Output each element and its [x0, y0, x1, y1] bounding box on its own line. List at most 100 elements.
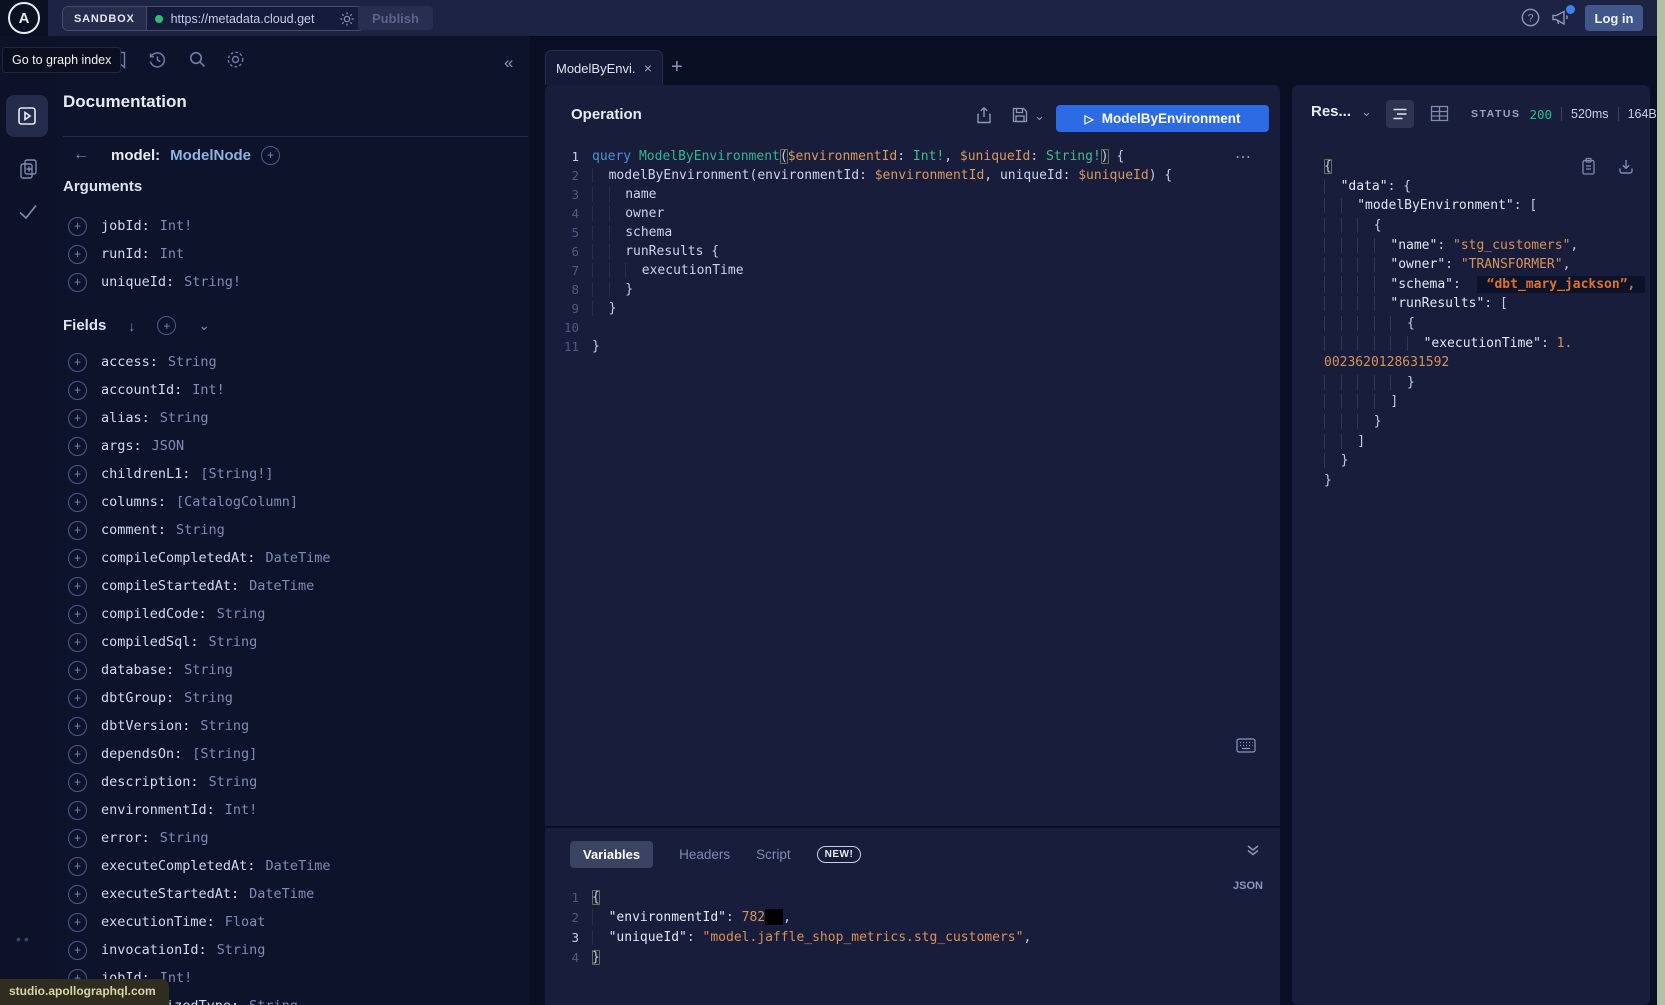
add-all-fields-icon[interactable]: + — [157, 316, 176, 335]
field-type: String — [200, 718, 249, 734]
add-field-icon[interactable]: + — [68, 381, 87, 400]
field-type-link[interactable]: ModelNode — [170, 147, 251, 164]
response-title-row[interactable]: Res... ⌄ — [1311, 103, 1372, 120]
search-icon[interactable] — [188, 50, 207, 69]
add-field-icon[interactable]: + — [68, 941, 87, 960]
code-token: } — [625, 282, 633, 297]
add-field-icon[interactable]: + — [68, 493, 87, 512]
response-dropdown-chevron-icon[interactable]: ⌄ — [1361, 104, 1372, 120]
code-token: name — [625, 187, 656, 202]
add-field-icon[interactable]: + — [68, 745, 87, 764]
explorer-nav-item[interactable] — [6, 95, 48, 137]
add-field-icon[interactable]: + — [68, 633, 87, 652]
code-line: 10 — [545, 318, 1280, 337]
share-icon[interactable] — [975, 106, 993, 125]
indent-guide — [1324, 238, 1341, 253]
field-row: +invocationId:String — [55, 936, 530, 964]
tab-variables[interactable]: Variables — [570, 841, 653, 868]
add-field-icon[interactable]: + — [68, 857, 87, 876]
code-token: : [ — [1484, 296, 1507, 311]
apollo-logo: A — [8, 2, 40, 34]
apollo-logo-tile[interactable]: A — [0, 0, 48, 36]
add-field-icon[interactable]: + — [261, 146, 280, 165]
line-number: 3 — [553, 187, 579, 202]
add-field-icon[interactable]: + — [68, 465, 87, 484]
add-field-icon[interactable]: + — [68, 605, 87, 624]
close-tab-icon[interactable]: × — [644, 60, 652, 76]
code-token: "owner" — [1390, 257, 1445, 272]
field-row: +dependsOn:[String] — [55, 740, 530, 768]
checks-icon[interactable] — [0, 202, 55, 222]
code-token: environmentId — [757, 168, 859, 183]
code-token: : — [1437, 238, 1453, 253]
variables-editor[interactable]: 1{2"environmentId": 782,3"uniqueId": "mo… — [545, 887, 1280, 967]
tab-headers[interactable]: Headers — [679, 847, 730, 862]
add-field-icon[interactable]: + — [68, 913, 87, 932]
publish-button[interactable]: Publish — [358, 6, 433, 30]
fields-options-chevron-icon[interactable]: ⌄ — [198, 317, 210, 334]
code-token: : — [1453, 276, 1469, 293]
history-icon[interactable] — [148, 50, 167, 70]
field-row: +error:String — [55, 824, 530, 852]
add-field-icon[interactable]: + — [68, 217, 87, 236]
add-field-icon[interactable]: + — [68, 717, 87, 736]
endpoint-url-input[interactable]: https://metadata.cloud.get — [171, 12, 331, 26]
field-type: DateTime — [249, 886, 314, 902]
code-token: , — [1563, 257, 1571, 272]
line-number: 1 — [553, 149, 579, 164]
apollo-logo-letter: A — [19, 10, 30, 27]
add-field-icon[interactable]: + — [68, 437, 87, 456]
add-field-icon[interactable]: + — [68, 521, 87, 540]
doc-settings-icon[interactable] — [226, 50, 245, 69]
explorer-play-icon — [16, 105, 38, 127]
collapse-panel-icon[interactable] — [1245, 842, 1261, 858]
tree-view-button[interactable] — [1386, 100, 1414, 128]
save-icon[interactable] — [1011, 106, 1029, 124]
code-token: } — [1407, 375, 1415, 390]
add-field-icon[interactable]: + — [68, 549, 87, 568]
indent-guide — [1341, 434, 1358, 449]
back-arrow-icon[interactable]: ← — [73, 146, 89, 164]
table-view-icon[interactable] — [1430, 105, 1449, 122]
add-field-icon[interactable]: + — [68, 689, 87, 708]
endpoint-settings-icon[interactable] — [339, 11, 355, 27]
add-field-icon[interactable]: + — [68, 577, 87, 596]
code-token: ModelByEnvironment — [639, 149, 780, 164]
keyboard-shortcuts-icon[interactable] — [1236, 738, 1256, 753]
indent-guide — [1357, 316, 1374, 331]
add-field-icon[interactable]: + — [68, 245, 87, 264]
add-field-icon[interactable]: + — [68, 353, 87, 372]
sort-fields-icon[interactable]: ↓ — [128, 318, 135, 334]
code-token: , — [1570, 238, 1578, 253]
field-name: dependsOn: — [101, 746, 182, 762]
add-field-icon[interactable]: + — [68, 661, 87, 680]
code-token: : [ — [1514, 198, 1537, 213]
add-field-icon[interactable]: + — [68, 829, 87, 848]
code-token: ] — [1390, 394, 1398, 409]
new-tab-icon[interactable]: + — [671, 56, 683, 79]
operation-collections-icon[interactable] — [0, 156, 55, 182]
announcements-button[interactable] — [1549, 6, 1575, 30]
code-token: : — [1030, 149, 1046, 164]
field-name: error: — [101, 830, 150, 846]
tab-modelbyenvironment[interactable]: ModelByEnvi... × — [545, 50, 663, 85]
add-field-icon[interactable]: + — [68, 801, 87, 820]
code-token: { — [703, 244, 719, 259]
save-dropdown-chevron-icon[interactable]: ⌄ — [1034, 108, 1045, 124]
field-name-label: model: — [111, 147, 160, 164]
collapse-sidebar-icon[interactable]: « — [504, 53, 513, 73]
add-field-icon[interactable]: + — [68, 773, 87, 792]
fields-heading: Fields — [63, 317, 106, 334]
operation-editor[interactable]: 1query ModelByEnvironment($environmentId… — [545, 147, 1280, 356]
add-field-icon[interactable]: + — [68, 273, 87, 292]
endpoint-url-box[interactable]: https://metadata.cloud.get — [147, 7, 363, 30]
browser-status-text: studio.apollographql.com — [9, 984, 156, 998]
code-token: "data" — [1341, 179, 1388, 194]
indent-guide — [1390, 336, 1407, 351]
tab-script[interactable]: Script — [756, 847, 791, 862]
login-button[interactable]: Log in — [1585, 5, 1643, 31]
add-field-icon[interactable]: + — [68, 409, 87, 428]
add-field-icon[interactable]: + — [68, 885, 87, 904]
run-operation-button[interactable]: ▷ ModelByEnvironment — [1056, 105, 1269, 132]
help-icon[interactable]: ? — [1520, 7, 1541, 28]
